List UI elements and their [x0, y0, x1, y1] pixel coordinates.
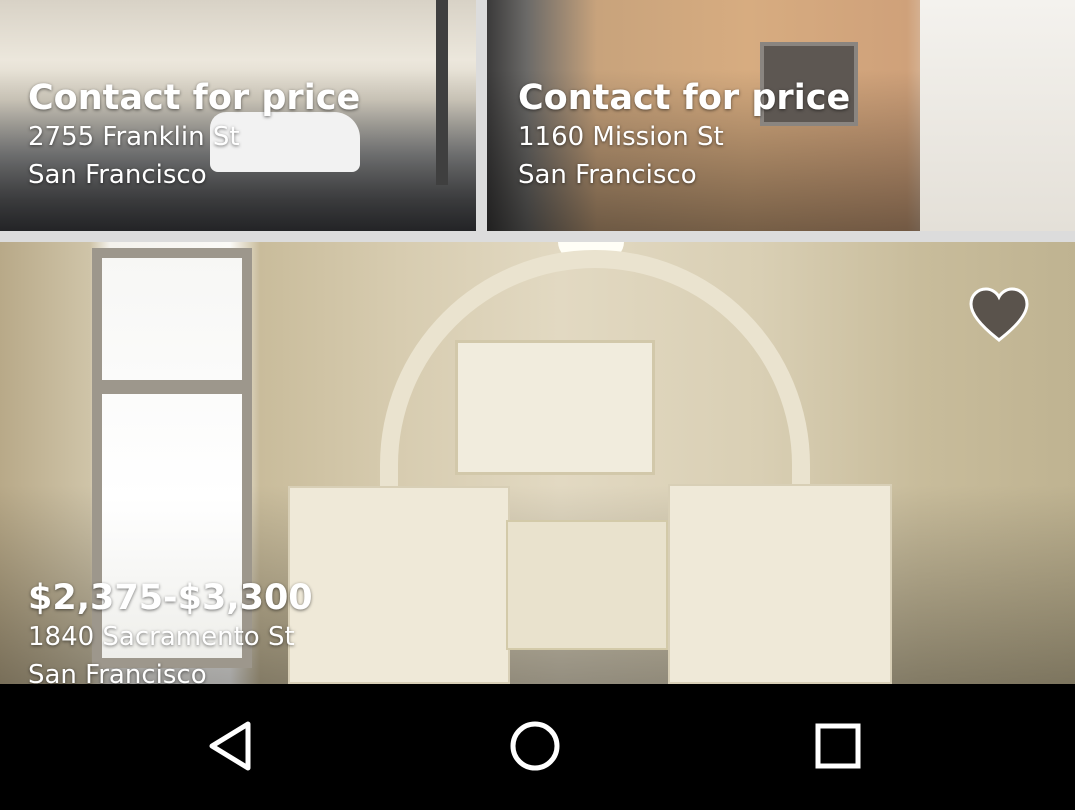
system-navigation-bar [0, 684, 1075, 810]
listing-feed: Contact for price 2755 Franklin St San F… [0, 0, 1075, 810]
listing-info: Contact for price 2755 Franklin St San F… [28, 78, 360, 194]
window-sash-image [92, 380, 252, 394]
home-circle-icon [510, 721, 560, 771]
home-button[interactable] [495, 706, 575, 786]
cabinet-left-image [288, 486, 510, 684]
street-pole-image [436, 0, 448, 185]
listing-address: 2755 Franklin St [28, 122, 240, 152]
listing-city: San Francisco [518, 160, 697, 190]
recents-button[interactable] [798, 706, 878, 786]
back-button[interactable] [192, 706, 272, 786]
listing-card-franklin[interactable]: Contact for price 2755 Franklin St San F… [0, 0, 476, 231]
back-triangle-icon [209, 721, 251, 771]
heart-icon[interactable] [967, 286, 1031, 344]
drawers-image [506, 520, 668, 650]
listing-city: San Francisco [28, 160, 207, 190]
listing-price: Contact for price [28, 78, 361, 118]
cabinet-right-image [668, 484, 892, 684]
listing-card-mission[interactable]: Contact for price 1160 Mission St San Fr… [487, 0, 1075, 231]
counter-image [920, 0, 1075, 231]
listing-price: Contact for price [518, 78, 851, 118]
recents-square-icon [815, 723, 861, 769]
listing-price: $2,375-$3,300 [28, 578, 313, 618]
upper-cabinet-image [455, 340, 655, 475]
listing-info: $2,375-$3,300 1840 Sacramento St San Fra… [28, 578, 313, 694]
listing-address: 1160 Mission St [518, 122, 724, 152]
listing-info: Contact for price 1160 Mission St San Fr… [518, 78, 850, 194]
listing-address: 1840 Sacramento St [28, 622, 295, 652]
